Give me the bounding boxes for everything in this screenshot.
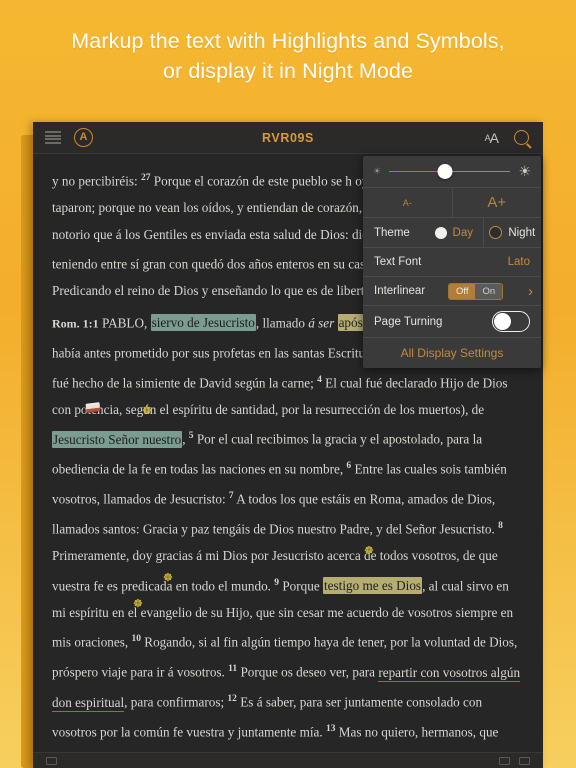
theme-option-night[interactable]: Night [482, 218, 542, 247]
text-size-icon[interactable]: AA [485, 130, 499, 146]
verse-number: 13 [325, 724, 336, 735]
promo-line-2: or display it in Night Mode [162, 59, 414, 83]
decrease-font-button[interactable]: A- [363, 188, 453, 217]
theme-label: Theme [374, 226, 410, 239]
font-size-row: A- A+ [363, 188, 541, 218]
text-run: PABLO, [98, 315, 151, 331]
verse-number: 12 [227, 694, 237, 705]
all-display-settings-link: All Display Settings [400, 346, 504, 360]
page-turning-switch[interactable] [492, 311, 530, 332]
small-sun-icon: ☀ [373, 166, 382, 176]
text-font-label: Text Font [374, 256, 422, 268]
brightness-row: ☀ ☀ [363, 156, 541, 188]
list-icon[interactable] [45, 131, 61, 144]
text-font-row[interactable]: Text Font Lato [363, 248, 541, 277]
night-label: Night [508, 226, 536, 239]
verse-number: 27 [141, 173, 151, 183]
annotations-letter: A [79, 131, 88, 143]
theme-row: Theme Day Night [363, 218, 541, 248]
text-font-value: Lato [507, 256, 530, 268]
switch-knob [494, 313, 511, 330]
verse-number: 8 [498, 521, 503, 532]
bookmark-note-icon[interactable] [85, 402, 101, 413]
day-radio-icon [434, 226, 447, 239]
promo-line-1: Markup the text with Highlights and Symb… [71, 29, 505, 53]
text-run: Porque el corazón de este pueblo se h [150, 173, 352, 189]
interlinear-row: Interlinear Off On › [363, 277, 541, 306]
highlight-teal[interactable]: siervo de Jesucristo [150, 314, 256, 332]
bible-version-title: RVR09S [261, 130, 314, 145]
verse-number: 10 [131, 634, 141, 645]
notes-icon[interactable] [499, 756, 510, 765]
italic-run: á ser [308, 315, 335, 331]
page-turning-row: Page Turning [363, 306, 541, 338]
app-toolbar: A RVR09S AA [33, 122, 543, 154]
display-settings-popover: ☀ ☀ A- A+ Theme Day Night Text Font Lato… [363, 156, 541, 368]
brightness-slider[interactable] [389, 164, 511, 179]
page-turning-label: Page Turning [374, 315, 443, 328]
large-sun-icon: ☀ [518, 163, 531, 179]
annotations-circle-icon[interactable]: A [74, 128, 93, 147]
increase-font-button[interactable]: A+ [453, 188, 542, 217]
night-radio-icon [489, 226, 503, 239]
slider-knob[interactable] [437, 164, 453, 179]
interlinear-off-option[interactable]: Off [448, 283, 476, 299]
highlight-olive[interactable]: testigo me es Dios [323, 577, 423, 595]
search-icon[interactable] [514, 130, 529, 145]
text-run: , para confirmaros; [124, 694, 228, 710]
all-display-settings-row[interactable]: All Display Settings [363, 338, 541, 368]
text-run: , llamado [255, 315, 309, 331]
chevron-right-icon[interactable]: › [526, 284, 533, 299]
bookmarks-icon[interactable] [46, 756, 57, 765]
interlinear-on-option[interactable]: On [475, 283, 503, 299]
promo-headline: Markup the text with Highlights and Symb… [0, 0, 576, 86]
text-run: notorio que á los Gentiles es enviada es… [52, 226, 349, 242]
verse-paragraph-romans: Rom. 1:1 PABLO, siervo de Jesucristo, ll… [52, 307, 524, 768]
text-run: Porque [279, 578, 323, 594]
text-run: , [182, 431, 189, 447]
share-icon[interactable] [519, 756, 530, 765]
day-label: Day [452, 226, 473, 239]
interlinear-label: Interlinear [374, 285, 426, 297]
interlinear-toggle[interactable]: Off On [447, 282, 504, 300]
text-run: Predicando el reino de Dios y enseñando … [52, 283, 334, 299]
text-run: Porque os deseo ver, para [237, 664, 379, 680]
passage-reference: Rom. 1:1 [52, 316, 99, 331]
theme-option-day[interactable]: Day [425, 218, 483, 247]
highlight-teal[interactable]: Jesucristo Señor nuestro [52, 430, 183, 448]
bottom-toolbar [33, 752, 543, 768]
verse-number: 11 [228, 664, 238, 675]
text-run: y no percibiréis: [52, 173, 141, 189]
